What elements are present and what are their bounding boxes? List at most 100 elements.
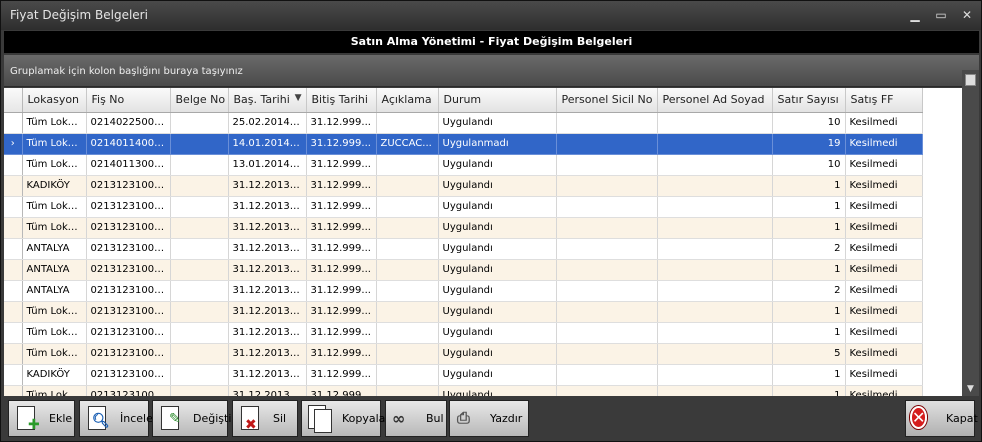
cell-bitis-tarihi[interactable]: 31.12.999...: [306, 196, 377, 218]
cell-satis-ff[interactable]: Kesilmedi: [845, 196, 923, 218]
cell-durum[interactable]: Uygulanmadı: [438, 133, 557, 155]
cell-bas-tarihi[interactable]: 31.12.2013 ...: [228, 385, 307, 396]
cell-satir-sayisi[interactable]: 1: [772, 217, 846, 239]
cell-bas-tarihi[interactable]: 25.02.2014 ...: [228, 112, 307, 134]
column-header-satir-sayisi[interactable]: Satır Sayısı: [772, 88, 846, 113]
cell-fis-no[interactable]: 0213123100148: [86, 238, 171, 260]
cell-aciklama[interactable]: [376, 112, 439, 134]
cell-bas-tarihi[interactable]: 31.12.2013 ...: [228, 175, 307, 197]
cell-satir-sayisi[interactable]: 1: [772, 259, 846, 281]
cell-satir-sayisi[interactable]: 10: [772, 154, 846, 176]
row-indicator[interactable]: [4, 196, 23, 218]
cell-fis-no[interactable]: 0214011300015: [86, 154, 171, 176]
cell-satir-sayisi[interactable]: 5: [772, 343, 846, 365]
cell-satis-ff[interactable]: Kesilmedi: [845, 385, 923, 396]
cell-bitis-tarihi[interactable]: 31.12.999...: [306, 154, 377, 176]
cell-aciklama[interactable]: [376, 280, 439, 302]
cell-bas-tarihi[interactable]: 31.12.2013 ...: [228, 322, 307, 344]
cell-satis-ff[interactable]: Kesilmedi: [845, 175, 923, 197]
cell-personel-ad-soyad[interactable]: [657, 364, 773, 386]
row-indicator[interactable]: [4, 385, 23, 396]
cell-fis-no[interactable]: 0213123100070: [86, 385, 171, 396]
cell-bas-tarihi[interactable]: 14.01.2014 ...: [228, 133, 307, 155]
cell-satis-ff[interactable]: Kesilmedi: [845, 259, 923, 281]
cell-durum[interactable]: Uygulandı: [438, 280, 557, 302]
print-button[interactable]: ⎙ Yazdır: [449, 400, 529, 437]
cell-lokasyon[interactable]: Tüm Loka...: [22, 217, 87, 239]
cell-lokasyon[interactable]: KADIKÖY: [22, 364, 87, 386]
cell-durum[interactable]: Uygulandı: [438, 343, 557, 365]
cell-durum[interactable]: Uygulandı: [438, 364, 557, 386]
cell-personel-ad-soyad[interactable]: [657, 343, 773, 365]
table-row[interactable]: Tüm Loka... 0213123100094 31.12.2013 ... 31…: [4, 343, 923, 365]
cell-fis-no[interactable]: 0213123100087: [86, 364, 171, 386]
cell-fis-no[interactable]: 0213123100162: [86, 196, 171, 218]
row-indicator[interactable]: [4, 364, 23, 386]
cell-bitis-tarihi[interactable]: 31.12.999...: [306, 364, 377, 386]
row-indicator[interactable]: [4, 217, 23, 239]
cell-bas-tarihi[interactable]: 31.12.2013 ...: [228, 196, 307, 218]
cell-satis-ff[interactable]: Kesilmedi: [845, 301, 923, 323]
group-by-panel[interactable]: Gruplamak için kolon başlığını buraya ta…: [4, 55, 979, 87]
cell-personel-sicil-no[interactable]: [556, 343, 658, 365]
cell-personel-ad-soyad[interactable]: [657, 196, 773, 218]
table-row[interactable]: ANTALYA 0213123100124 31.12.2013 ... 31.12.…: [4, 280, 923, 302]
cell-satir-sayisi[interactable]: 1: [772, 196, 846, 218]
row-indicator[interactable]: [4, 175, 23, 197]
cell-personel-ad-soyad[interactable]: [657, 112, 773, 134]
row-indicator[interactable]: ›: [4, 133, 23, 155]
table-row[interactable]: Tüm Loka... 0214011300015 13.01.2014 ... 31…: [4, 154, 923, 176]
cell-satis-ff[interactable]: Kesilmedi: [845, 133, 923, 155]
column-header-aciklama[interactable]: Açıklama: [376, 88, 439, 113]
cell-satir-sayisi[interactable]: 1: [772, 385, 846, 396]
cell-belge-no[interactable]: [170, 154, 229, 176]
delete-button[interactable]: ✖ Sil: [232, 400, 298, 437]
table-row[interactable]: Tüm Loka... 0213123100155 31.12.2013 ... 31…: [4, 217, 923, 239]
cell-bitis-tarihi[interactable]: 31.12.999...: [306, 175, 377, 197]
cell-bitis-tarihi[interactable]: 31.12.999...: [306, 280, 377, 302]
cell-satir-sayisi[interactable]: 10: [772, 112, 846, 134]
maximize-icon[interactable]: ▭: [933, 7, 949, 23]
table-row[interactable]: ANTALYA 0213123100148 31.12.2013 ... 31.12.…: [4, 238, 923, 260]
cell-aciklama[interactable]: [376, 322, 439, 344]
cell-personel-ad-soyad[interactable]: [657, 280, 773, 302]
cell-aciklama[interactable]: [376, 196, 439, 218]
table-row[interactable]: KADIKÖY 0213123100179 31.12.2013 ... 31.12.…: [4, 175, 923, 197]
cell-bas-tarihi[interactable]: 31.12.2013 ...: [228, 238, 307, 260]
cell-satis-ff[interactable]: Kesilmedi: [845, 154, 923, 176]
cell-lokasyon[interactable]: ANTALYA: [22, 280, 87, 302]
cell-durum[interactable]: Uygulandı: [438, 259, 557, 281]
cell-satis-ff[interactable]: Kesilmedi: [845, 343, 923, 365]
cell-personel-sicil-no[interactable]: [556, 133, 658, 155]
cell-lokasyon[interactable]: Tüm Loka...: [22, 322, 87, 344]
column-header-personel-sicil-no[interactable]: Personel Sicil No: [556, 88, 658, 113]
row-indicator[interactable]: [4, 112, 23, 134]
cell-lokasyon[interactable]: Tüm Loka...: [22, 385, 87, 396]
close-icon[interactable]: ✕: [959, 7, 975, 23]
cell-satir-sayisi[interactable]: 1: [772, 175, 846, 197]
cell-satir-sayisi[interactable]: 19: [772, 133, 846, 155]
row-indicator[interactable]: [4, 154, 23, 176]
add-button[interactable]: ✚ Ekle: [8, 400, 75, 437]
cell-belge-no[interactable]: [170, 343, 229, 365]
cell-personel-ad-soyad[interactable]: [657, 217, 773, 239]
cell-bitis-tarihi[interactable]: 31.12.999...: [306, 112, 377, 134]
column-header-fis-no[interactable]: Fiş No: [86, 88, 171, 113]
cell-satis-ff[interactable]: Kesilmedi: [845, 280, 923, 302]
cell-lokasyon[interactable]: KADIKÖY: [22, 175, 87, 197]
cell-bas-tarihi[interactable]: 31.12.2013 ...: [228, 217, 307, 239]
cell-satir-sayisi[interactable]: 1: [772, 301, 846, 323]
row-indicator[interactable]: [4, 259, 23, 281]
cell-bas-tarihi[interactable]: 31.12.2013 ...: [228, 364, 307, 386]
cell-belge-no[interactable]: [170, 322, 229, 344]
cell-satis-ff[interactable]: Kesilmedi: [845, 364, 923, 386]
cell-aciklama[interactable]: [376, 217, 439, 239]
cell-personel-ad-soyad[interactable]: [657, 385, 773, 396]
cell-belge-no[interactable]: [170, 385, 229, 396]
cell-bitis-tarihi[interactable]: 31.12.999...: [306, 133, 377, 155]
cell-bitis-tarihi[interactable]: 31.12.999...: [306, 343, 377, 365]
cell-bas-tarihi[interactable]: 13.01.2014 ...: [228, 154, 307, 176]
cell-lokasyon[interactable]: Tüm Loka...: [22, 343, 87, 365]
column-header-belge-no[interactable]: Belge No: [170, 88, 229, 113]
cell-bas-tarihi[interactable]: 31.12.2013 ...: [228, 301, 307, 323]
